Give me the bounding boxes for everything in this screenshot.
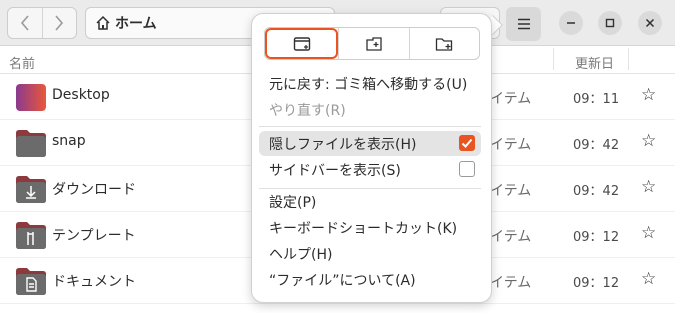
maximize-button[interactable] xyxy=(598,11,622,35)
chevron-right-icon xyxy=(55,15,64,31)
folder-icon xyxy=(16,130,46,157)
file-modified: 09：12 xyxy=(573,276,620,291)
menu-item-about[interactable]: “ファイル”について(A) xyxy=(259,267,481,292)
file-size: イテム xyxy=(490,275,532,291)
maximize-icon xyxy=(605,18,615,28)
file-name: snap xyxy=(52,133,86,149)
column-divider xyxy=(553,48,554,70)
hamburger-menu-icon xyxy=(517,18,530,30)
file-name: ダウンロード xyxy=(52,182,136,198)
documents-folder-icon xyxy=(16,268,46,295)
file-modified: 09：42 xyxy=(573,138,620,153)
file-size: イテム xyxy=(490,137,532,153)
menu-item-show-hidden[interactable]: 隠しファイルを表示(H) xyxy=(259,131,481,156)
file-name: Desktop xyxy=(52,87,110,103)
location-label: ホーム xyxy=(115,16,157,32)
star-icon[interactable]: ☆ xyxy=(641,177,656,197)
menu-item-help[interactable]: ヘルプ(H) xyxy=(259,241,481,266)
menu-item-settings[interactable]: 設定(P) xyxy=(259,189,481,214)
file-size: イテム xyxy=(490,91,532,107)
new-folder-button[interactable] xyxy=(408,28,479,59)
menu-item-shortcuts[interactable]: キーボードショートカット(K) xyxy=(259,215,481,240)
download-folder-icon xyxy=(16,176,46,203)
file-modified: 09：11 xyxy=(573,92,620,107)
new-window-button[interactable] xyxy=(265,28,339,59)
column-name[interactable]: 名前 xyxy=(9,53,35,72)
column-modified[interactable]: 更新日 xyxy=(575,53,614,72)
show-hidden-label: 隠しファイルを表示(H) xyxy=(269,136,417,153)
minimize-button[interactable] xyxy=(559,11,583,35)
show-hidden-checkbox[interactable] xyxy=(459,135,475,151)
file-modified: 09：12 xyxy=(573,230,620,245)
checkmark-icon xyxy=(461,138,473,148)
desktop-folder-icon xyxy=(16,84,46,111)
column-divider xyxy=(628,48,629,70)
star-icon[interactable]: ☆ xyxy=(641,85,656,105)
menu-item-show-sidebar[interactable]: サイドバーを表示(S) xyxy=(259,157,481,182)
navigation-buttons xyxy=(7,7,77,39)
star-icon[interactable]: ☆ xyxy=(641,223,656,243)
star-icon[interactable]: ☆ xyxy=(641,269,656,289)
menu-separator xyxy=(259,126,481,127)
new-tab-icon xyxy=(366,36,382,51)
main-menu-button[interactable] xyxy=(506,7,541,41)
menu-item-redo[interactable]: やり直す(R) xyxy=(259,97,481,122)
back-button[interactable] xyxy=(8,8,42,38)
file-size: イテム xyxy=(490,183,532,199)
new-window-icon xyxy=(293,36,310,51)
file-modified: 09：42 xyxy=(573,184,620,199)
main-menu-popover: 元に戻す: ゴミ箱へ移動する(U) やり直す(R) 隠しファイルを表示(H) サ… xyxy=(251,13,492,303)
chevron-left-icon xyxy=(20,15,29,31)
home-icon xyxy=(96,15,110,30)
menu-item-undo[interactable]: 元に戻す: ゴミ箱へ移動する(U) xyxy=(259,71,481,96)
file-size: イテム xyxy=(490,229,532,245)
new-folder-icon xyxy=(436,37,453,51)
close-button[interactable] xyxy=(638,11,662,35)
file-name: テンプレート xyxy=(52,228,136,244)
forward-button[interactable] xyxy=(41,8,77,38)
new-tab-button[interactable] xyxy=(338,28,408,59)
templates-folder-icon xyxy=(16,222,46,249)
star-icon[interactable]: ☆ xyxy=(641,131,656,151)
new-actions-group xyxy=(264,27,480,60)
file-name: ドキュメント xyxy=(52,274,136,290)
close-icon xyxy=(645,18,655,28)
minimize-icon xyxy=(567,22,575,24)
show-sidebar-label: サイドバーを表示(S) xyxy=(269,162,401,179)
show-sidebar-checkbox[interactable] xyxy=(459,161,475,177)
